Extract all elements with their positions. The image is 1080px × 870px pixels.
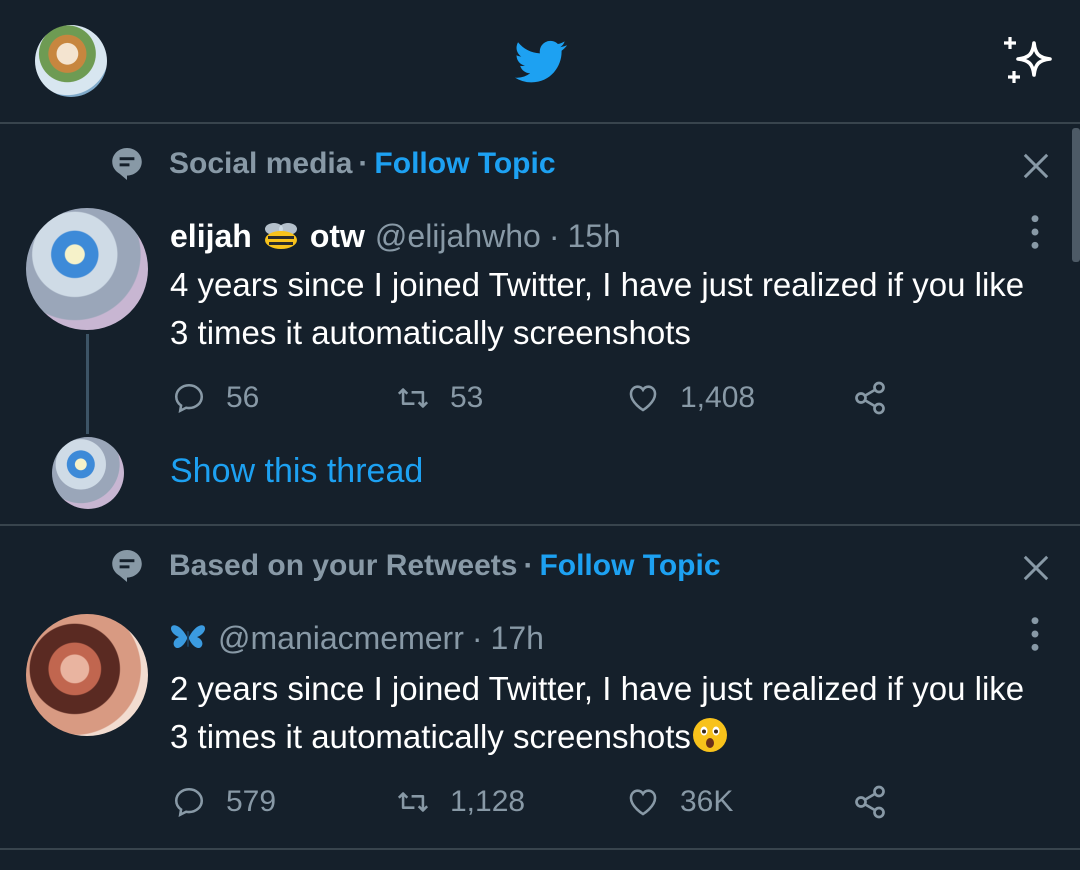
profile-avatar[interactable] [35,25,107,97]
topic-icon [112,148,142,180]
reply-icon [174,383,204,414]
close-icon[interactable] [1020,150,1052,182]
topic-label: Social media [169,147,353,180]
separator-dot: · [523,549,534,582]
reply-icon [174,787,204,818]
reply-button[interactable]: 56 [172,378,259,418]
follow-topic-link[interactable]: Follow Topic [374,147,555,181]
like-count: 1,408 [680,381,756,414]
retweet-icon [397,792,429,812]
butterfly-emoji-icon [170,625,206,649]
share-icon[interactable] [852,784,888,820]
retweet-count: 1,128 [450,785,526,818]
reply-count: 56 [226,381,260,414]
like-count: 36K [680,785,734,818]
separator-dot: · [358,147,369,180]
retweet-button[interactable]: 53 [396,378,483,418]
reply-count: 579 [226,785,277,818]
bee-emoji-icon [264,223,297,249]
share-icon[interactable] [852,380,888,416]
more-options-icon[interactable] [1022,212,1048,252]
tweet-header: elijah otw @elijahwho · 15h [170,214,621,258]
tweet-card[interactable]: Based on your Retweets · Follow Topic @m… [0,526,1080,850]
tweet-text-block: 2 years since I joined Twitter, I have j… [170,665,1030,761]
topic-icon [112,550,142,582]
tweet-time[interactable]: 17h [491,620,544,657]
separator-dot: · [471,619,483,656]
retweet-count: 53 [450,381,484,414]
retweet-button[interactable]: 1,128 [396,782,525,822]
tweet-card[interactable]: Social media · Follow Topic elijah otw @… [0,124,1080,526]
like-button[interactable]: 36K [626,782,733,822]
tweet-actions: 56 53 1,408 [170,378,930,418]
more-options-icon[interactable] [1022,614,1048,654]
heart-icon [629,789,657,816]
tweet-text: 4 years since I joined Twitter, I have j… [170,266,1025,351]
like-button[interactable]: 1,408 [626,378,755,418]
heart-icon [629,385,657,412]
sparkle-icon[interactable] [1000,35,1056,87]
close-icon[interactable] [1020,552,1052,584]
tweet-time[interactable]: 15h [567,218,620,255]
show-thread-link[interactable]: Show this thread [170,452,423,491]
reply-button[interactable]: 579 [172,782,276,822]
author-name[interactable]: elijah [170,218,252,255]
author-name-suffix[interactable]: otw [310,218,365,255]
author-handle[interactable]: @elijahwho [375,218,541,255]
separator-dot: · [548,217,560,254]
thread-avatar[interactable] [52,437,124,509]
tweet-text: 2 years since I joined Twitter, I have j… [170,670,1025,755]
thread-line [86,334,89,434]
top-bar [0,0,1080,124]
astonished-emoji-icon [692,718,727,752]
author-handle[interactable]: @maniacmemerr [218,620,464,657]
topic-context: Social media · Follow Topic [112,144,556,184]
author-avatar[interactable] [26,614,148,736]
tweet-actions: 579 1,128 36K [170,782,930,822]
topic-context: Based on your Retweets · Follow Topic [112,546,721,586]
twitter-bird-icon[interactable] [515,40,567,84]
tweet-header: @maniacmemerr · 17h [170,616,544,660]
retweet-icon [397,388,429,408]
author-avatar[interactable] [26,208,148,330]
topic-label: Based on your Retweets [169,549,518,582]
follow-topic-link[interactable]: Follow Topic [539,549,720,583]
